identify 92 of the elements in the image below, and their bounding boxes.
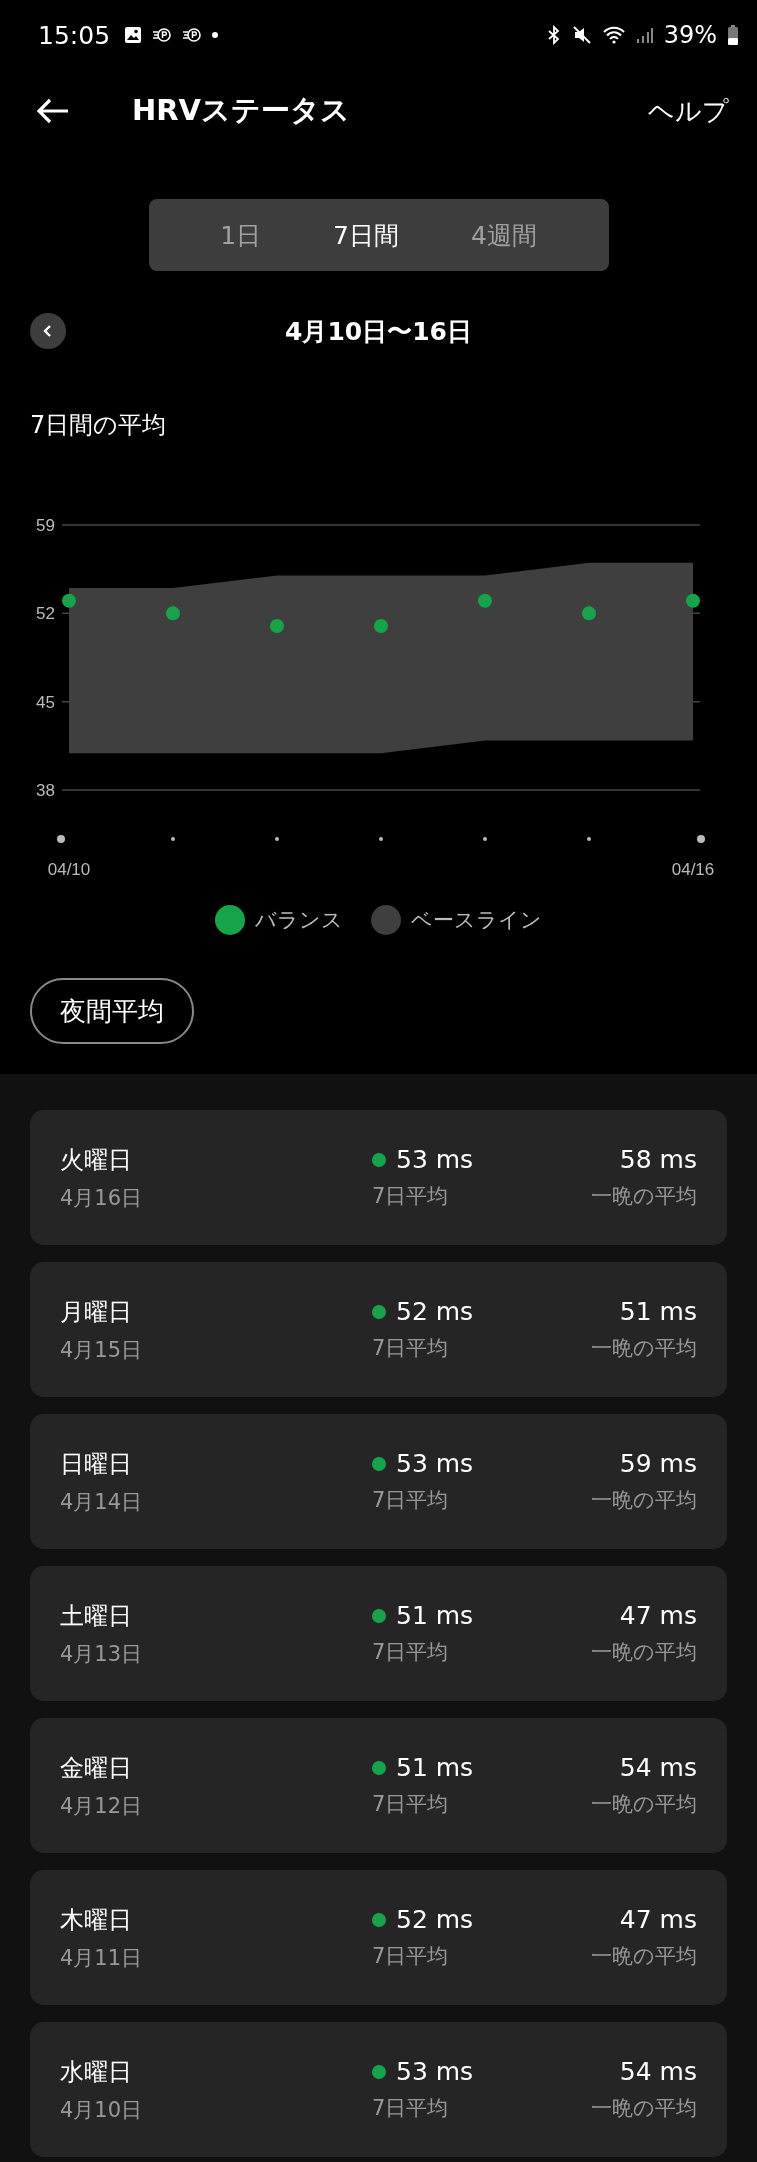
night-value: 54 ms <box>619 1753 697 1782</box>
night-value: 47 ms <box>619 1905 697 1934</box>
day-name: 金曜日 <box>60 1752 133 1784</box>
dot-icon <box>212 32 219 38</box>
date-range: 4月10日〜16日 <box>285 315 472 348</box>
average-label: 7日平均 <box>372 1183 450 1210</box>
day-card[interactable]: 火曜日 4月16日 53 ms 7日平均 58 ms 一晩の平均 <box>30 1110 727 1245</box>
screen-title: HRVステータス <box>132 92 351 129</box>
night-value: 54 ms <box>619 2057 697 2086</box>
night-average-button[interactable]: 夜間平均 <box>30 978 194 1044</box>
average-value: 52 ms <box>396 1905 474 1934</box>
night-label: 一晩の平均 <box>591 1639 697 1666</box>
period-tab[interactable]: 1日 <box>212 214 270 256</box>
mute-icon <box>571 25 592 45</box>
day-date: 4月13日 <box>60 1640 144 1668</box>
average-label: 7日平均 <box>372 1943 450 1970</box>
day-card[interactable]: 月曜日 4月15日 52 ms 7日平均 51 ms 一晩の平均 <box>30 1262 727 1397</box>
day-name: 火曜日 <box>60 1144 133 1176</box>
night-value: 58 ms <box>619 1145 697 1174</box>
average-value: 51 ms <box>396 1601 474 1630</box>
average-label: 7日平均 <box>372 1791 450 1818</box>
day-date: 4月15日 <box>60 1336 144 1364</box>
data-point <box>686 593 700 608</box>
x-axis-label: 04/16 <box>671 860 715 879</box>
average-value: 53 ms <box>396 1145 474 1174</box>
x-axis-label: 04/10 <box>47 860 91 879</box>
average-value: 53 ms <box>396 2057 474 2086</box>
signal-icon <box>635 26 654 44</box>
day-card[interactable]: 土曜日 4月13日 51 ms 7日平均 47 ms 一晩の平均 <box>30 1566 727 1701</box>
night-value: 47 ms <box>619 1601 697 1630</box>
average-label: 7日平均 <box>372 1487 450 1514</box>
y-axis-label: 45 <box>36 692 55 712</box>
app-icon <box>152 27 173 43</box>
day-card[interactable]: 水曜日 4月10日 53 ms 7日平均 54 ms 一晩の平均 <box>30 2022 727 2157</box>
day-date: 4月10日 <box>60 2096 144 2124</box>
back-icon[interactable] <box>36 98 70 124</box>
battery-percent: 39% <box>663 21 717 49</box>
average-value: 53 ms <box>396 1449 474 1478</box>
data-point <box>478 593 492 608</box>
day-name: 月曜日 <box>60 1296 133 1328</box>
y-axis-label: 59 <box>36 516 55 535</box>
x-tick-mark <box>587 837 591 841</box>
average-label: 7日平均 <box>372 1639 450 1666</box>
image-icon <box>124 26 143 44</box>
x-tick-mark <box>379 837 383 841</box>
x-tick-mark <box>171 837 175 841</box>
day-date: 4月14日 <box>60 1488 144 1516</box>
day-name: 土曜日 <box>60 1600 133 1632</box>
night-label: 一晩の平均 <box>591 1183 697 1210</box>
day-card[interactable]: 金曜日 4月12日 51 ms 7日平均 54 ms 一晩の平均 <box>30 1718 727 1853</box>
average-value: 51 ms <box>396 1753 474 1782</box>
status-time: 15:05 <box>38 20 111 50</box>
average-label: 7日平均 <box>372 2095 450 2122</box>
day-name: 水曜日 <box>60 2056 133 2088</box>
data-point <box>582 606 596 621</box>
night-label: 一晩の平均 <box>591 1335 697 1362</box>
y-axis-label: 52 <box>36 604 55 624</box>
day-name: 木曜日 <box>60 1904 133 1936</box>
battery-icon <box>727 25 739 45</box>
data-point <box>270 618 284 633</box>
period-tab[interactable]: 4週間 <box>462 214 545 256</box>
x-tick-mark <box>57 835 65 843</box>
chevron-left-icon <box>42 324 54 338</box>
x-tick-mark <box>697 835 705 843</box>
night-value: 51 ms <box>619 1297 697 1326</box>
y-axis-label: 38 <box>36 781 55 800</box>
x-tick-mark <box>275 837 279 841</box>
day-date: 4月12日 <box>60 1792 144 1820</box>
help-link[interactable]: ヘルプ <box>648 93 729 129</box>
night-label: 一晩の平均 <box>591 1791 697 1818</box>
x-tick-mark <box>483 837 487 841</box>
data-point <box>166 606 180 621</box>
previous-button[interactable] <box>30 313 66 349</box>
day-card[interactable]: 日曜日 4月14日 53 ms 7日平均 59 ms 一晩の平均 <box>30 1414 727 1549</box>
app-icon <box>182 27 203 43</box>
data-point <box>62 593 76 608</box>
night-label: 一晩の平均 <box>591 1943 697 1970</box>
night-label: 一晩の平均 <box>591 1487 697 1514</box>
period-tab[interactable]: 7日間 <box>325 214 407 256</box>
legend-label: ベースライン <box>411 907 542 934</box>
data-point <box>374 618 388 633</box>
average-value: 52 ms <box>396 1297 474 1326</box>
day-date: 4月16日 <box>60 1184 144 1212</box>
day-date: 4月11日 <box>60 1944 144 1972</box>
night-label: 一晩の平均 <box>591 2095 697 2122</box>
night-value: 59 ms <box>619 1449 697 1478</box>
wifi-icon <box>601 25 626 45</box>
average-label: 7日平均 <box>372 1335 450 1362</box>
day-card[interactable]: 木曜日 4月11日 52 ms 7日平均 47 ms 一晩の平均 <box>30 1870 727 2005</box>
legend-label: バランス <box>255 907 343 934</box>
chart-title: 7日間の平均 <box>30 410 168 441</box>
day-name: 日曜日 <box>60 1448 133 1480</box>
